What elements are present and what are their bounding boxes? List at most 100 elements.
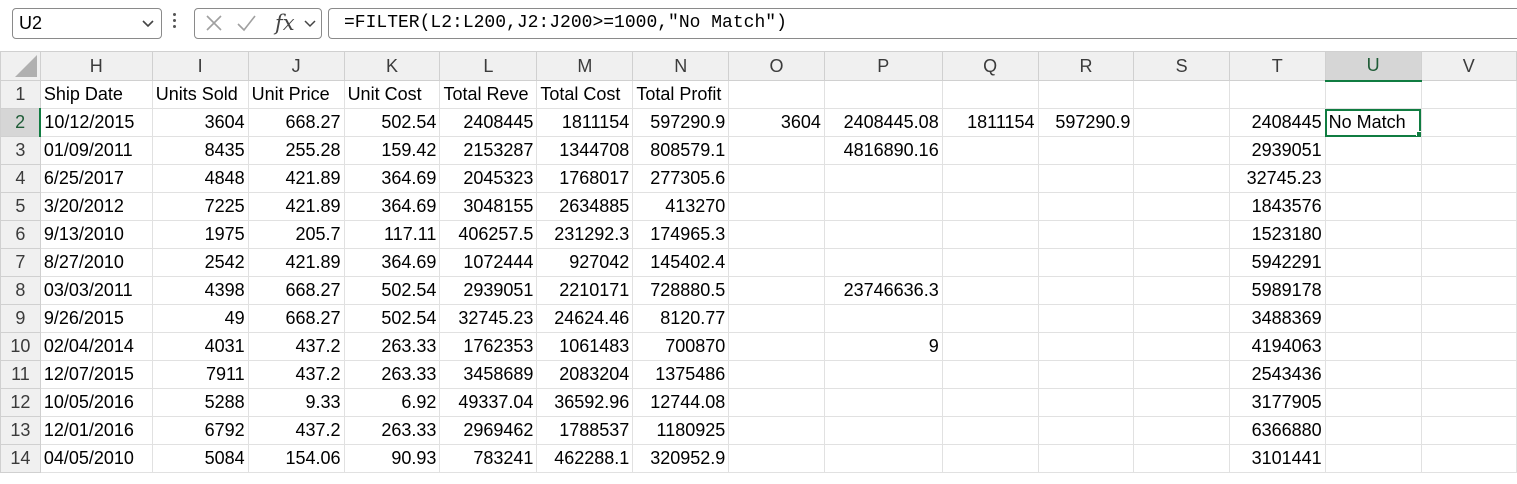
cell-v10[interactable] [1420, 332, 1517, 361]
chevron-down-icon[interactable] [141, 18, 155, 30]
row-header[interactable]: 14 [0, 444, 41, 473]
row-header[interactable]: 4 [0, 164, 41, 193]
cell-r2[interactable]: 597290.9 [1037, 108, 1135, 137]
cell-s14[interactable] [1133, 444, 1230, 473]
cell-t13[interactable]: 6366880 [1228, 416, 1326, 445]
cell-i8[interactable]: 4398 [151, 276, 249, 305]
cell-h8[interactable]: 03/03/2011 [39, 276, 153, 305]
column-header-r[interactable]: R [1037, 51, 1135, 81]
cell-o12[interactable] [728, 388, 825, 417]
cell-s5[interactable] [1133, 192, 1230, 221]
cell-m7[interactable]: 927042 [536, 248, 634, 277]
cell-p9[interactable] [823, 304, 943, 333]
column-header-s[interactable]: S [1133, 51, 1230, 81]
cell-l2[interactable]: 2408445 [439, 108, 538, 137]
cell-k9[interactable]: 502.54 [343, 304, 441, 333]
cell-i5[interactable]: 7225 [151, 192, 249, 221]
cell-v2[interactable] [1420, 108, 1517, 137]
cell-q8[interactable] [941, 276, 1039, 305]
cell-n11[interactable]: 1375486 [632, 360, 730, 389]
cell-k13[interactable]: 263.33 [343, 416, 441, 445]
cell-m9[interactable]: 24624.46 [536, 304, 634, 333]
cell-j2[interactable]: 668.27 [247, 108, 345, 137]
cell-t3[interactable]: 2939051 [1228, 136, 1326, 165]
cell-o4[interactable] [728, 164, 825, 193]
cell-j13[interactable]: 437.2 [247, 416, 345, 445]
cell-k4[interactable]: 364.69 [343, 164, 441, 193]
cell-p10[interactable]: 9 [823, 332, 943, 361]
cell-r5[interactable] [1037, 192, 1135, 221]
column-header-q[interactable]: Q [941, 51, 1039, 81]
column-header-j[interactable]: J [247, 51, 345, 81]
cell-p11[interactable] [823, 360, 943, 389]
cell-q12[interactable] [941, 388, 1039, 417]
column-header-k[interactable]: K [343, 51, 441, 81]
row-header[interactable]: 10 [0, 332, 41, 361]
cell-m11[interactable]: 2083204 [536, 360, 634, 389]
cell-j9[interactable]: 668.27 [247, 304, 345, 333]
cell-u12[interactable] [1324, 388, 1422, 417]
cell-h6[interactable]: 9/13/2010 [39, 220, 153, 249]
cell-l10[interactable]: 1762353 [439, 332, 538, 361]
cell-i14[interactable]: 5084 [151, 444, 249, 473]
cell-q4[interactable] [941, 164, 1039, 193]
cell-s7[interactable] [1133, 248, 1230, 277]
cell-t12[interactable]: 3177905 [1228, 388, 1326, 417]
cell-o5[interactable] [728, 192, 825, 221]
cell-q3[interactable] [941, 136, 1039, 165]
cell-o14[interactable] [728, 444, 825, 473]
cell-p3[interactable]: 4816890.16 [823, 136, 943, 165]
cell-r10[interactable] [1037, 332, 1135, 361]
cell-m3[interactable]: 1344708 [536, 136, 634, 165]
cell-p14[interactable] [823, 444, 943, 473]
cell-j11[interactable]: 437.2 [247, 360, 345, 389]
cell-m13[interactable]: 1788537 [536, 416, 634, 445]
cell-v7[interactable] [1420, 248, 1517, 277]
select-all-button[interactable] [0, 51, 41, 81]
cell-j6[interactable]: 205.7 [247, 220, 345, 249]
cell-m4[interactable]: 1768017 [536, 164, 634, 193]
cell-q13[interactable] [941, 416, 1039, 445]
cell-s9[interactable] [1133, 304, 1230, 333]
cell-s10[interactable] [1133, 332, 1230, 361]
cell-h2[interactable]: 10/12/2015 [39, 108, 153, 137]
cell-h11[interactable]: 12/07/2015 [39, 360, 153, 389]
cell-m8[interactable]: 2210171 [536, 276, 634, 305]
cell-m5[interactable]: 2634885 [536, 192, 634, 221]
cell-i11[interactable]: 7911 [151, 360, 249, 389]
cell-n7[interactable]: 145402.4 [632, 248, 730, 277]
cell-l14[interactable]: 783241 [439, 444, 538, 473]
cell-k2[interactable]: 502.54 [343, 108, 441, 137]
row-header[interactable]: 7 [0, 248, 41, 277]
cell-t5[interactable]: 1843576 [1228, 192, 1326, 221]
column-header-p[interactable]: P [823, 51, 943, 81]
row-header[interactable]: 2 [0, 108, 42, 137]
cell-n13[interactable]: 1180925 [632, 416, 730, 445]
cell-k1[interactable]: Unit Cost [343, 80, 441, 109]
cell-j14[interactable]: 154.06 [247, 444, 345, 473]
cell-r14[interactable] [1037, 444, 1135, 473]
cell-u6[interactable] [1324, 220, 1422, 249]
cell-k8[interactable]: 502.54 [343, 276, 441, 305]
cell-i13[interactable]: 6792 [151, 416, 249, 445]
cell-l8[interactable]: 2939051 [439, 276, 538, 305]
cell-q1[interactable] [941, 80, 1039, 109]
cell-u10[interactable] [1324, 332, 1422, 361]
cell-h5[interactable]: 3/20/2012 [39, 192, 153, 221]
cell-s12[interactable] [1133, 388, 1230, 417]
cell-l3[interactable]: 2153287 [439, 136, 538, 165]
cell-q2[interactable]: 1811154 [941, 108, 1039, 137]
cell-k12[interactable]: 6.92 [343, 388, 441, 417]
cell-l4[interactable]: 2045323 [439, 164, 538, 193]
cell-s3[interactable] [1133, 136, 1230, 165]
cell-l7[interactable]: 1072444 [439, 248, 538, 277]
fill-handle[interactable] [1415, 131, 1421, 136]
cell-h10[interactable]: 02/04/2014 [39, 332, 153, 361]
cell-k14[interactable]: 90.93 [343, 444, 441, 473]
cell-v4[interactable] [1420, 164, 1517, 193]
cell-j12[interactable]: 9.33 [247, 388, 345, 417]
cell-h4[interactable]: 6/25/2017 [39, 164, 153, 193]
cell-u1[interactable] [1324, 80, 1422, 109]
cell-t11[interactable]: 2543436 [1228, 360, 1326, 389]
row-header[interactable]: 12 [0, 388, 41, 417]
